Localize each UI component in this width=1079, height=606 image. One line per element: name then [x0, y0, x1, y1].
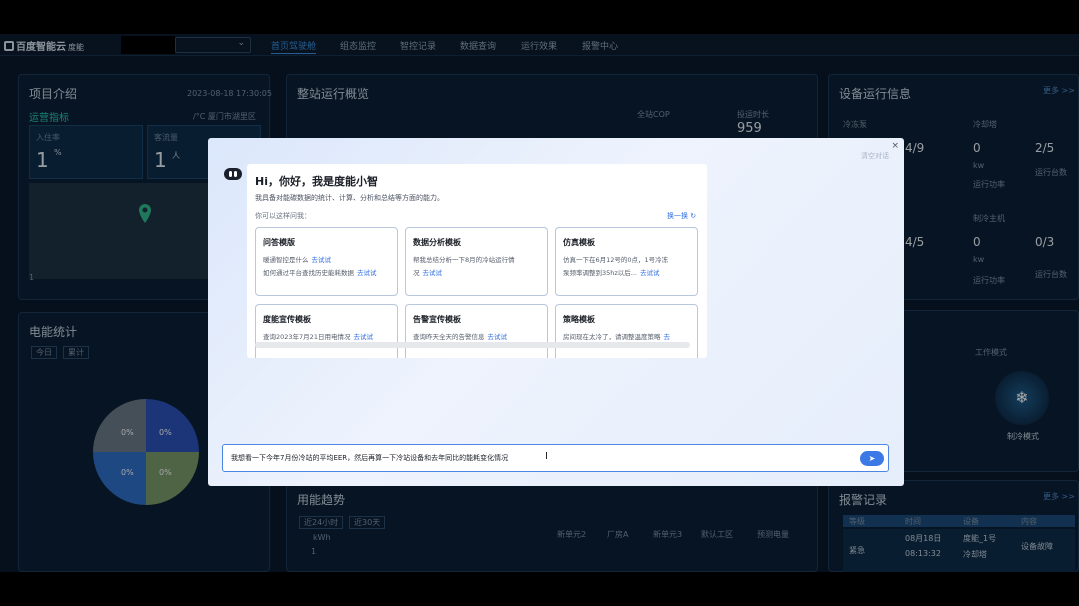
ask-hint: 你可以这样问我： — [255, 212, 311, 220]
try-link[interactable]: 去 — [664, 333, 671, 341]
template-card-alarm[interactable]: 告警宣传模板 查询昨天全天的告警信息 去试试 — [405, 304, 548, 358]
bot-avatar-icon — [224, 168, 242, 180]
template-card-energy[interactable]: 度能宣传模板 查询2023年7月21日用电情况 去试试 — [255, 304, 398, 358]
swap-button[interactable]: 换一换 ↻ — [667, 211, 696, 221]
try-link[interactable]: 去试试 — [423, 269, 443, 277]
close-icon[interactable]: × — [891, 141, 899, 151]
send-button[interactable]: ➤ — [860, 451, 884, 466]
try-link[interactable]: 去试试 — [353, 333, 373, 341]
horizontal-scrollbar[interactable] — [255, 342, 690, 348]
greeting-title: Hi，你好，我是度能小智 — [255, 175, 378, 188]
refresh-icon: ↻ — [690, 212, 697, 220]
template-card-qa[interactable]: 问答模版 暖通智控是什么 去试试 如何通过平台查找历史能耗数据 去试试 — [255, 227, 398, 296]
template-card-simulation[interactable]: 仿真模板 仿真一下在6月12号的0点，1号冷冻 泵频率调整到35hz以后... 去… — [555, 227, 698, 296]
welcome-card: Hi，你好，我是度能小智 我具备对能碳数据的统计、计算、分析和总结等方面的能力。… — [247, 164, 707, 358]
template-card-strategy[interactable]: 策略模板 房间现在太冷了，请调整温度策略去 — [555, 304, 698, 358]
text-cursor-icon: I — [545, 451, 548, 462]
try-link[interactable]: 去试试 — [312, 256, 332, 264]
question-input-text: 我想看一下今年7月份冷站的平均EER，然后再算一下冷站设备和去年同比的能耗变化情… — [231, 454, 509, 462]
try-link[interactable]: 去试试 — [488, 333, 508, 341]
assistant-description: 我具备对能碳数据的统计、计算、分析和总结等方面的能力。 — [255, 194, 444, 202]
assistant-dialog: × 清空对话 Hi，你好，我是度能小智 我具备对能碳数据的统计、计算、分析和总结… — [208, 138, 904, 486]
template-card-analysis[interactable]: 数据分析模板 帮我总结分析一下8月的冷站运行情 况去试试 — [405, 227, 548, 296]
send-icon: ➤ — [868, 454, 876, 463]
question-input[interactable]: 我想看一下今年7月份冷站的平均EER，然后再算一下冷站设备和去年同比的能耗变化情… — [222, 444, 889, 472]
try-link[interactable]: 去试试 — [640, 269, 660, 277]
clear-chat-button[interactable]: 清空对话 — [861, 151, 889, 161]
try-link[interactable]: 去试试 — [357, 269, 377, 277]
